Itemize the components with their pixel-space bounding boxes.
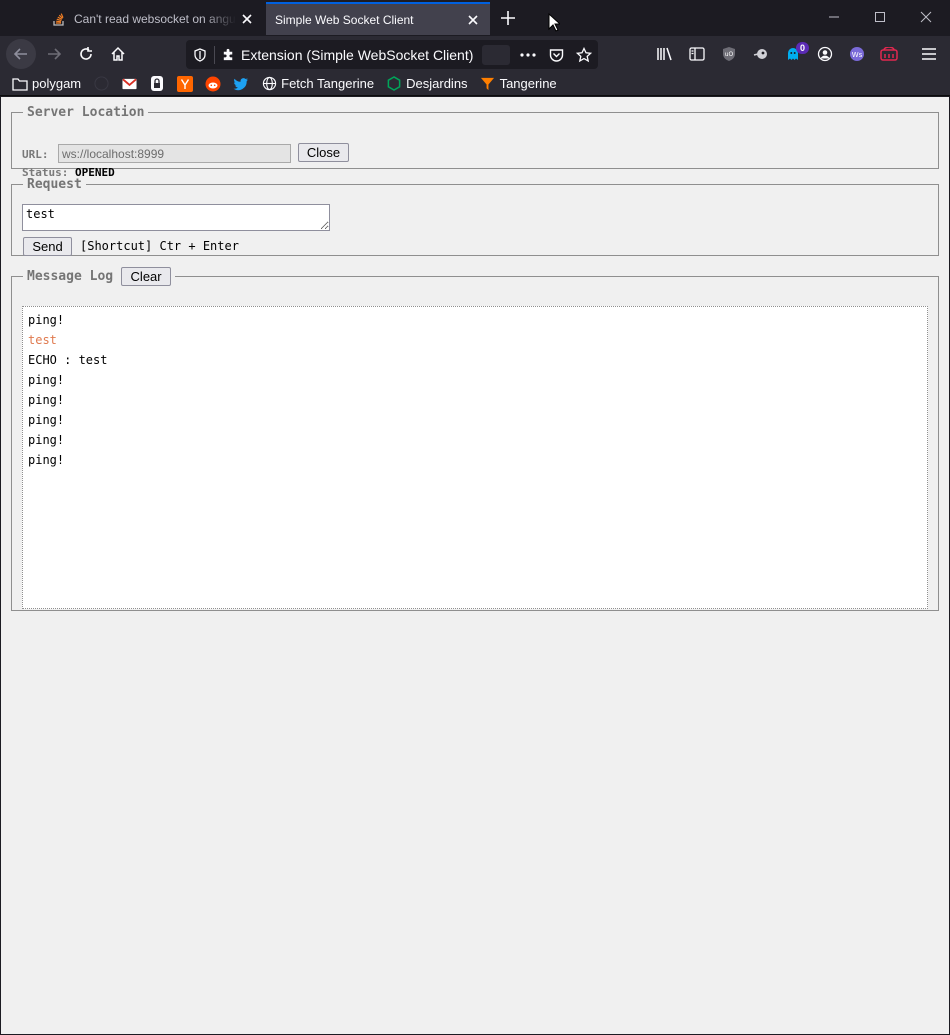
reddit-icon[interactable] xyxy=(205,76,221,92)
hexagon-icon xyxy=(386,76,402,92)
url-placeholder-block xyxy=(482,44,510,65)
url-text: Extension (Simple WebSocket Client) xyxy=(241,46,474,63)
github-icon[interactable] xyxy=(93,76,109,92)
library-icon[interactable] xyxy=(651,40,679,68)
message-log-legend: Message Log Clear xyxy=(23,267,175,286)
bookmark-polygam[interactable]: polygam xyxy=(12,76,81,92)
pocket-icon[interactable] xyxy=(542,48,570,62)
log-line: ping! xyxy=(28,393,65,407)
tab-title: Can't read websocket on angular xyxy=(74,11,236,26)
plus-icon xyxy=(501,11,515,25)
account-icon[interactable] xyxy=(811,40,839,68)
tab-title: Simple Web Socket Client xyxy=(275,12,414,27)
gmail-icon[interactable] xyxy=(121,76,137,92)
stackoverflow-icon xyxy=(52,12,66,26)
extension-bird-icon[interactable] xyxy=(747,40,775,68)
log-line-sent: test xyxy=(28,333,57,347)
new-tab-button[interactable] xyxy=(496,6,520,30)
page-content: Server Location URL: Close Status: OPENE… xyxy=(1,97,949,1034)
bookmark-desjardins[interactable]: Desjardins xyxy=(386,76,468,92)
bookmark-tangerine[interactable]: Tangerine xyxy=(480,76,557,92)
message-log-title: Message Log xyxy=(27,269,114,284)
tab-close-icon[interactable] xyxy=(236,8,258,30)
reload-icon xyxy=(80,47,92,60)
websocket-extension-icon[interactable]: Ws xyxy=(843,40,871,68)
message-log-panel: Message Log Clear ping! test ECHO : test… xyxy=(11,267,939,611)
message-log-area[interactable]: ping! test ECHO : test ping! ping! ping!… xyxy=(22,306,928,609)
bookmark-label: Tangerine xyxy=(499,76,557,91)
ublock-icon[interactable]: uO xyxy=(715,40,743,68)
back-button[interactable] xyxy=(6,39,36,69)
bookmark-label: Desjardins xyxy=(406,76,468,91)
reload-button[interactable] xyxy=(72,40,100,68)
maximize-icon xyxy=(875,12,885,22)
shortcut-hint: [Shortcut] Ctr + Enter xyxy=(80,239,239,253)
mouse-cursor-icon xyxy=(548,12,562,35)
home-icon xyxy=(111,46,125,61)
more-actions-icon[interactable] xyxy=(514,52,542,57)
tab-strip: Can't read websocket on angular Simple W… xyxy=(0,0,950,36)
folder-icon xyxy=(12,76,28,92)
window-close-button[interactable] xyxy=(903,0,949,34)
tracker-count-badge: 0 xyxy=(796,42,809,54)
send-button[interactable]: Send xyxy=(23,237,72,256)
server-location-panel: Server Location URL: Close Status: OPENE… xyxy=(11,105,939,179)
sidebar-icon[interactable] xyxy=(683,40,711,68)
server-url-input[interactable] xyxy=(58,144,291,163)
arrow-left-icon xyxy=(13,48,27,60)
log-line: ECHO : test xyxy=(28,353,108,367)
close-connection-button[interactable]: Close xyxy=(298,143,349,162)
clear-log-button[interactable]: Clear xyxy=(121,267,172,286)
log-line: ping! xyxy=(28,453,65,467)
request-textarea[interactable]: test xyxy=(22,204,330,231)
lock-icon[interactable] xyxy=(149,76,165,92)
forward-button[interactable] xyxy=(40,40,68,68)
shield-icon[interactable] xyxy=(186,47,214,62)
log-line: ping! xyxy=(28,373,65,387)
log-line: ping! xyxy=(28,313,65,327)
close-icon xyxy=(920,11,932,23)
bookmark-label: polygam xyxy=(32,76,82,91)
bookmark-fetch-tangerine[interactable]: Fetch Tangerine xyxy=(261,76,374,92)
twitter-icon[interactable] xyxy=(233,76,249,92)
hamburger-menu-icon[interactable] xyxy=(915,40,943,68)
svg-text:uO: uO xyxy=(725,51,734,58)
globe-icon xyxy=(261,76,277,92)
log-line: ping! xyxy=(28,413,65,427)
request-panel: Request test Send [Shortcut] Ctr + Enter xyxy=(11,177,939,256)
bookmarks-toolbar: polygam Fetch Tangerine Desjardins Tange… xyxy=(0,72,950,96)
arrow-right-icon xyxy=(48,48,62,60)
puzzle-icon xyxy=(215,47,241,62)
minimize-button[interactable] xyxy=(811,0,857,34)
tab-stackoverflow[interactable]: Can't read websocket on angular xyxy=(42,2,264,35)
log-line: ping! xyxy=(28,433,65,447)
container-icon[interactable] xyxy=(875,40,903,68)
maximize-button[interactable] xyxy=(857,0,903,34)
bookmark-label: Fetch Tangerine xyxy=(281,76,375,91)
request-legend: Request xyxy=(27,177,82,192)
tangerine-icon xyxy=(480,76,496,92)
address-bar[interactable]: Extension (Simple WebSocket Client) xyxy=(186,40,598,69)
minimize-icon xyxy=(829,16,839,18)
tab-close-icon[interactable] xyxy=(462,9,484,31)
ycombinator-icon[interactable] xyxy=(177,75,194,92)
tab-websocket-client[interactable]: Simple Web Socket Client xyxy=(266,2,490,35)
svg-text:Ws: Ws xyxy=(852,51,863,59)
home-button[interactable] xyxy=(104,40,132,68)
url-label: URL: xyxy=(22,148,49,161)
server-location-legend: Server Location xyxy=(27,105,145,120)
bookmark-star-icon[interactable] xyxy=(570,46,598,63)
